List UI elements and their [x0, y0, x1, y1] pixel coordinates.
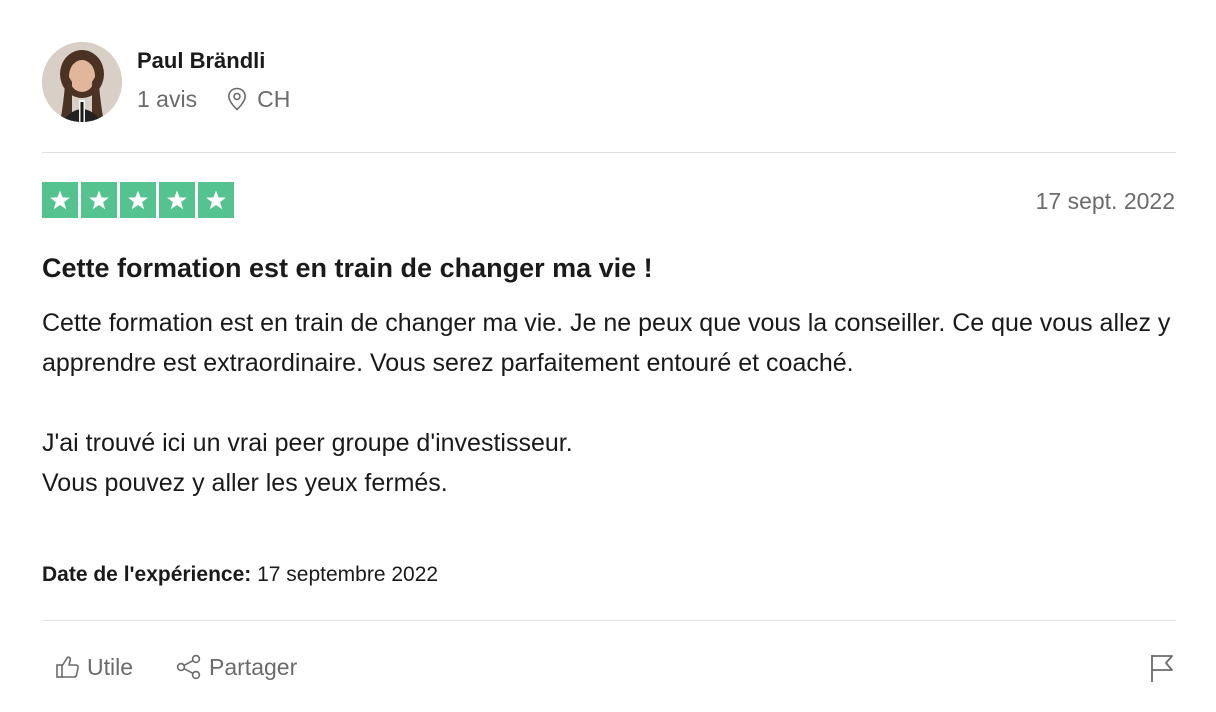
experience-date: Date de l'expérience: 17 septembre 2022 — [42, 560, 438, 590]
flag-icon — [1151, 655, 1173, 682]
review-paragraph: J'ai trouvé ici un vrai peer groupe d'in… — [42, 429, 573, 497]
review-actions: Utile Partager — [55, 652, 297, 682]
useful-label: Utile — [87, 654, 134, 680]
review-date: 17 sept. 2022 — [1035, 188, 1175, 214]
thumbs-up-icon — [56, 656, 79, 678]
header-divider — [42, 152, 1176, 153]
reviewer-info: Paul Brändli 1 avis CH — [137, 48, 290, 114]
star-icon — [81, 182, 117, 218]
review-body: Cette formation est en train de changer … — [42, 303, 1176, 503]
experience-date-value: 17 septembre 2022 — [257, 563, 439, 586]
reviewer-header: Paul Brändli 1 avis CH — [42, 42, 290, 122]
star-icon — [159, 182, 195, 218]
share-label: Partager — [209, 654, 298, 680]
review-count: 1 avis — [137, 86, 198, 112]
review-title: Cette formation est en train de changer … — [42, 253, 653, 283]
avatar[interactable] — [42, 42, 122, 122]
reviewer-location: CH — [227, 84, 290, 114]
reviewer-country: CH — [257, 86, 291, 112]
reviewer-meta: 1 avis CH — [137, 84, 290, 114]
star-icon — [198, 182, 234, 218]
useful-button[interactable]: Utile — [55, 652, 133, 682]
location-pin-icon — [228, 87, 247, 111]
footer-divider — [42, 620, 1176, 621]
review-card: Paul Brändli 1 avis CH 17 sept. 2022 Cet… — [0, 0, 1216, 712]
flag-button[interactable] — [1148, 652, 1176, 689]
share-button[interactable]: Partager — [175, 652, 297, 682]
reviewer-name[interactable]: Paul Brändli — [137, 46, 290, 76]
star-rating — [42, 182, 234, 218]
share-icon — [176, 654, 201, 680]
star-icon — [120, 182, 156, 218]
review-paragraph: Cette formation est en train de changer … — [42, 309, 1171, 377]
experience-date-label: Date de l'expérience: — [42, 563, 252, 586]
star-icon — [42, 182, 78, 218]
